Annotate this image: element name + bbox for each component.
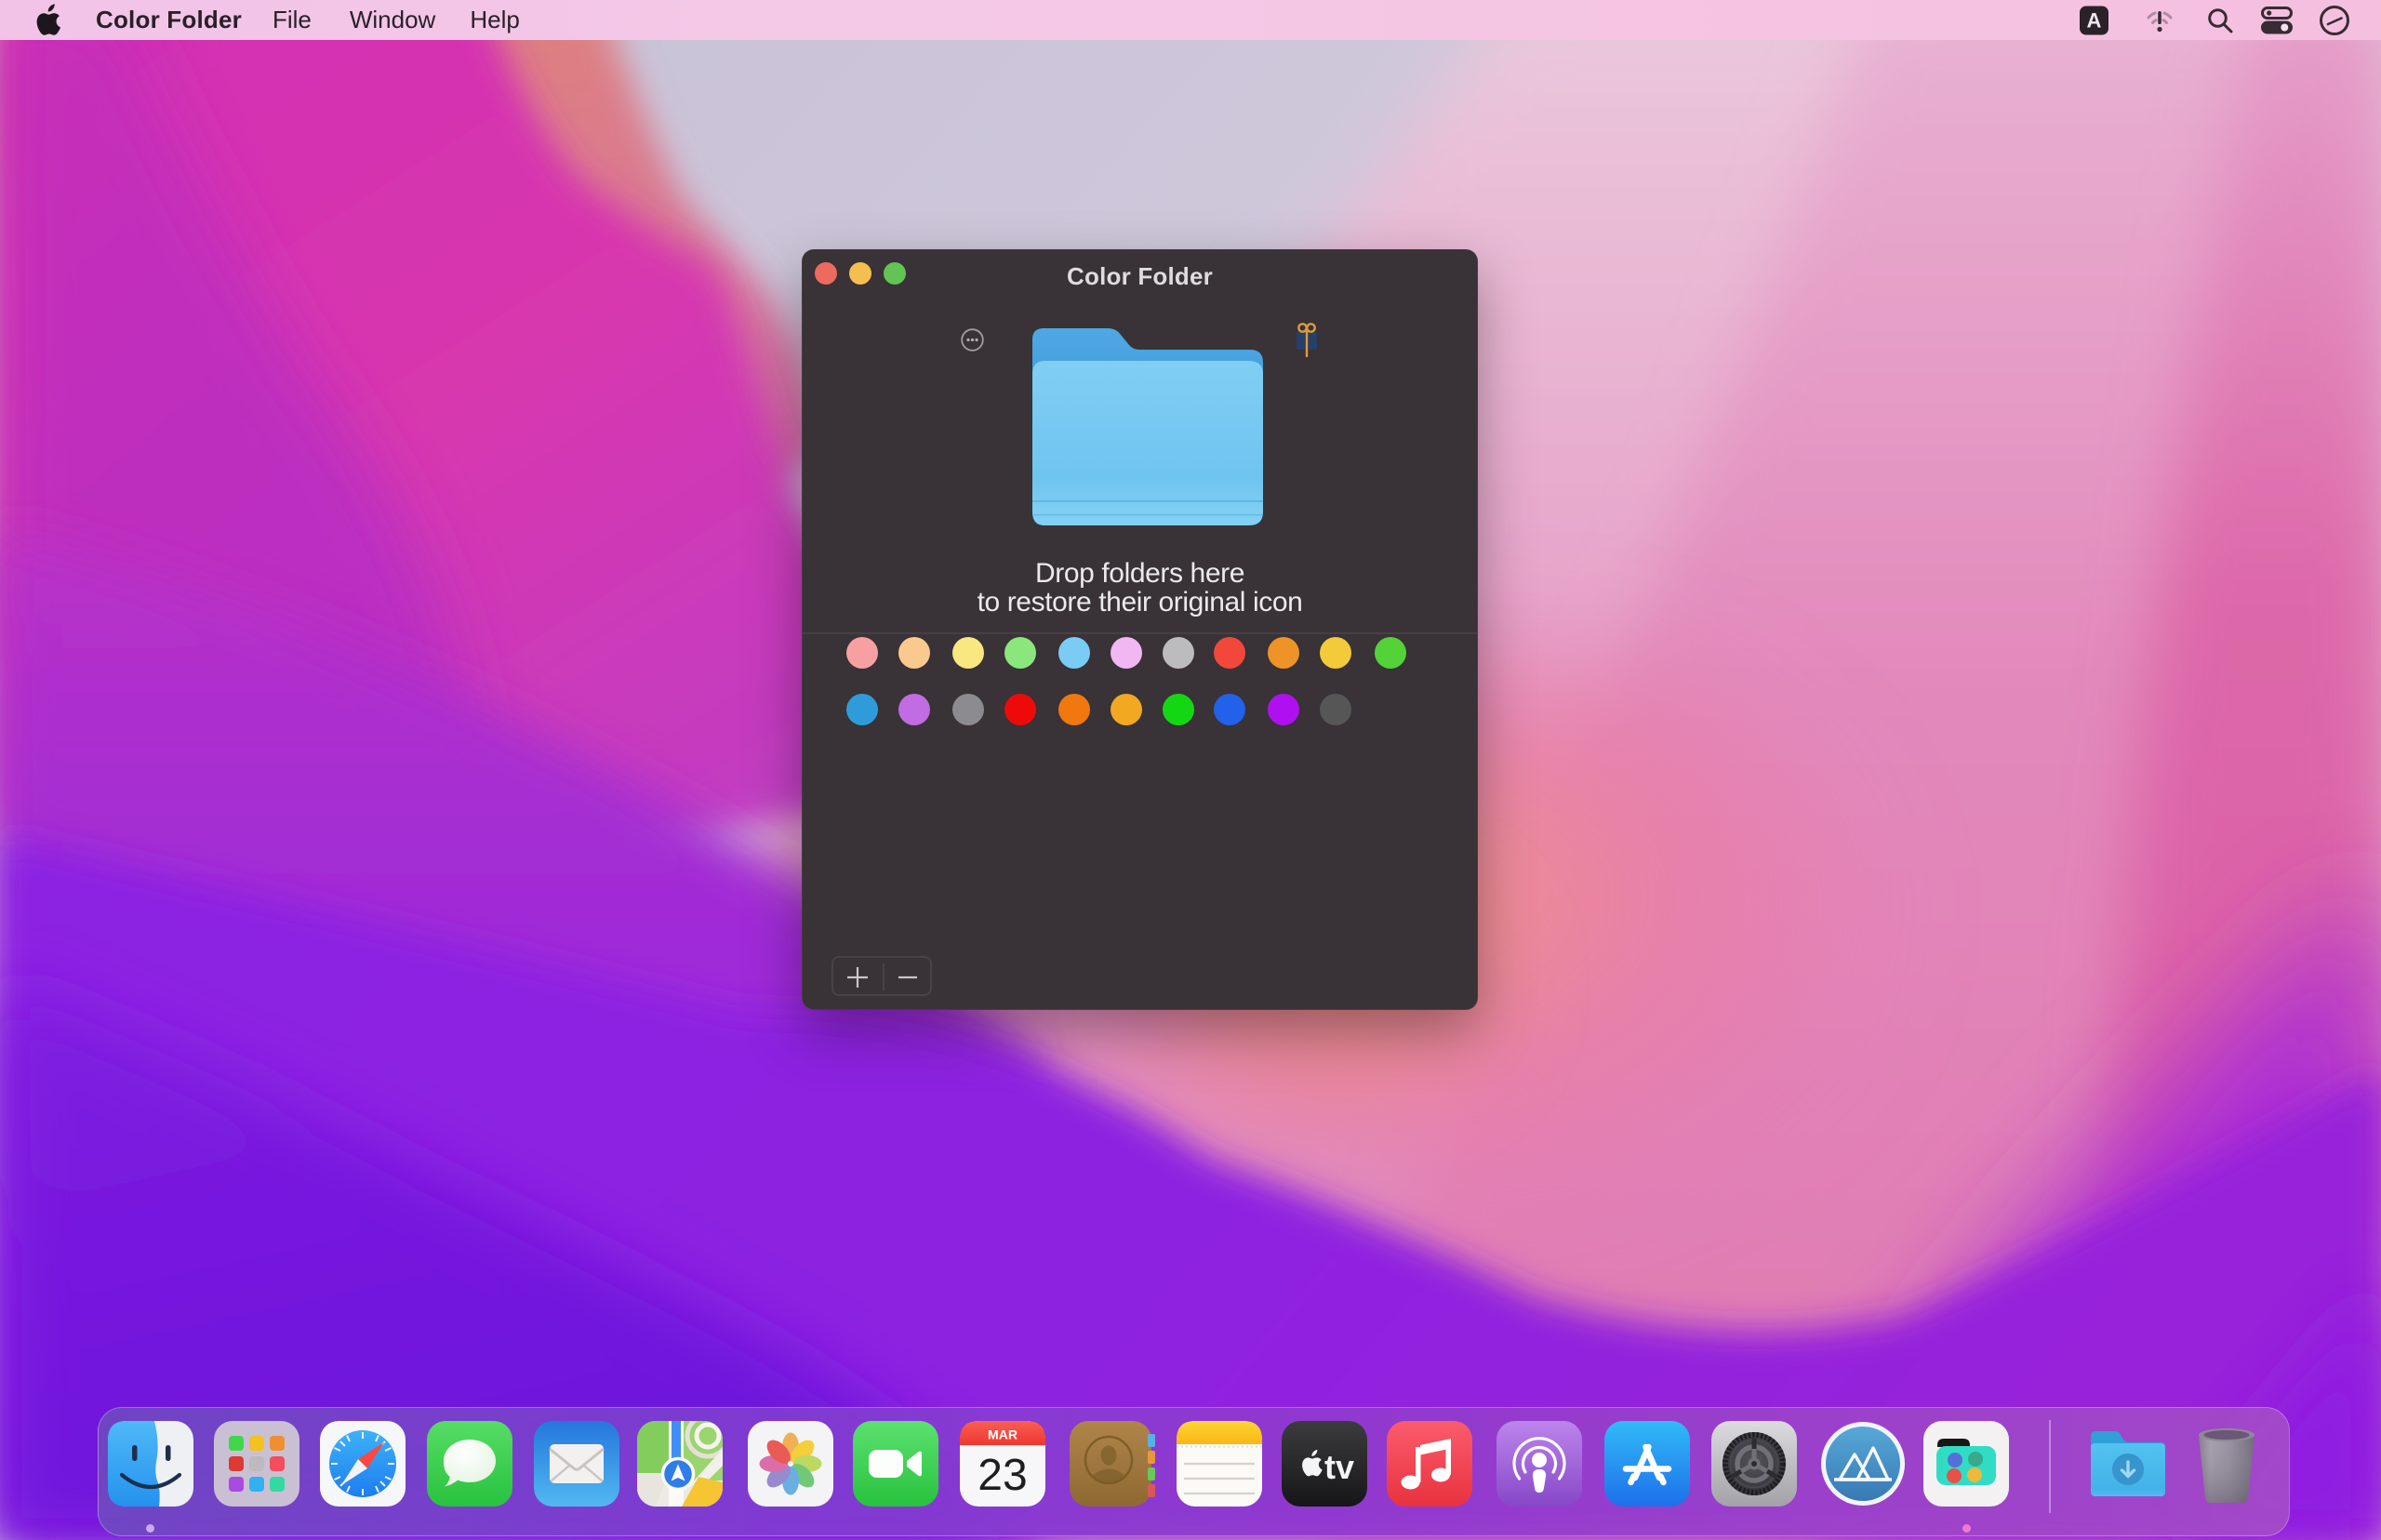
svg-text:A: A [2087,8,2102,32]
svg-text:MAR: MAR [988,1427,1018,1442]
svg-text:tv: tv [1324,1448,1354,1486]
svg-text:23: 23 [978,1451,1027,1500]
